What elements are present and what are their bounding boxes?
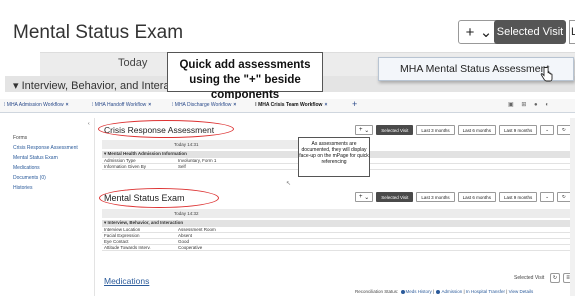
close-icon[interactable]: × — [233, 102, 236, 108]
reconciliation-label: Reconciliation Status: — [355, 289, 399, 294]
last-9-months-button[interactable]: Last 9 months — [498, 192, 538, 202]
nav-item-crisis-response[interactable]: Crisis Response Assessment — [13, 145, 83, 151]
add-tab-button[interactable]: + — [352, 99, 357, 109]
mse-toolbar: + ⌄ Selected Visit Last 3 months Last 6 … — [355, 192, 571, 202]
chevron-down-icon: ⌄ — [479, 24, 493, 41]
nav-item-histories[interactable]: Histories — [13, 185, 83, 191]
close-icon[interactable]: × — [324, 102, 327, 108]
reconciliation-status-line: Reconciliation Status: Meds History | Ad… — [355, 289, 534, 294]
last-3-months-button[interactable]: Last 3 months — [416, 125, 455, 135]
more-range-dropdown[interactable]: ⌄ — [540, 125, 554, 135]
row-key: Attitude Towards Interv. — [102, 244, 176, 251]
section-label: Interview, Behavior, and Interaction — [107, 220, 184, 225]
nav-item-medications[interactable]: Medications — [13, 165, 83, 171]
admission-link[interactable]: Admission — [441, 289, 462, 294]
tab-label: MHA Handoff Workflow — [94, 102, 147, 108]
popup-item-label: MHA Mental Status Assessment — [400, 63, 550, 75]
medications-selected-visit[interactable]: Selected Visit — [514, 275, 544, 281]
plus-icon: + — [465, 23, 475, 41]
workflow-tab-bar: ⁞ MHA Admission Workflow × ⁞ MHA Handoff … — [0, 99, 575, 113]
nav-item-documents[interactable]: Documents (0) — [13, 175, 83, 181]
refresh-icon[interactable]: ↻ — [556, 125, 571, 135]
meds-history-link[interactable]: Meds History — [406, 289, 432, 294]
row-value: Cooperative — [176, 244, 575, 251]
plus-icon: + — [359, 127, 363, 133]
close-icon[interactable]: × — [148, 102, 151, 108]
section-label: Mental Health Admission Information — [107, 151, 187, 156]
tab-admission-workflow[interactable]: ⁞ MHA Admission Workflow × — [4, 102, 69, 108]
mse-today-label: Today 14:32 — [174, 211, 199, 216]
row-key: Information Given By — [102, 163, 176, 170]
status-dot-icon — [400, 289, 405, 294]
zoomed-section-header[interactable]: ▾ Interview, Behavior, and Intera — [13, 79, 170, 92]
pointer-cursor-icon: ↖ — [286, 181, 292, 187]
more-range-dropdown[interactable]: ⌄ — [540, 192, 554, 202]
tab-label: MHA Admission Workflow — [6, 102, 64, 108]
plus-icon: + — [359, 194, 363, 200]
zoomed-today-label: Today — [118, 57, 148, 69]
last-6-months-button[interactable]: Last 6 months — [457, 125, 496, 135]
row-value: Self — [176, 163, 575, 170]
selected-visit-button[interactable]: Selected Visit — [376, 125, 414, 135]
status-dot-icon — [436, 289, 441, 294]
chevron-down-icon: ⌄ — [364, 127, 370, 134]
chevron-down-icon: ⌄ — [364, 194, 370, 201]
mse-info-table: ▾ Interview, Behavior, and Interaction I… — [102, 220, 575, 251]
table-row: Attitude Towards Interv. Cooperative — [102, 244, 575, 251]
crisis-toolbar: + ⌄ Selected Visit Last 3 months Last 6 … — [355, 125, 571, 135]
collapse-nav-icon[interactable]: ‹ — [88, 121, 90, 127]
tab-discharge-workflow[interactable]: ⁞ MHA Discharge Workflow × — [172, 102, 236, 108]
close-icon[interactable]: × — [66, 102, 69, 108]
tab-label: MHA Discharge Workflow — [174, 102, 232, 108]
scrollbar[interactable] — [570, 118, 575, 296]
nav-item-mental-status-exam[interactable]: Mental Status Exam — [13, 155, 83, 161]
refresh-icon[interactable]: ↻ — [550, 273, 560, 283]
caret-down-icon: ▾ — [13, 80, 19, 92]
quick-add-button[interactable]: + ⌄ — [355, 192, 374, 202]
nav-item-forms[interactable]: Forms — [13, 135, 83, 141]
tab-bar-tools[interactable]: ▣ ⊞ ● ◐ — [508, 101, 552, 108]
zoomed-section-label: Interview, Behavior, and Intera — [21, 80, 170, 92]
nav-divider — [94, 118, 95, 296]
highlight-oval — [98, 120, 234, 138]
zoomed-selected-visit-button[interactable]: Selected Visit — [494, 20, 566, 44]
zoomed-last-months-button[interactable]: L — [569, 20, 575, 44]
highlight-oval — [99, 188, 219, 208]
refresh-icon[interactable]: ↻ — [556, 192, 571, 202]
tab-handoff-workflow[interactable]: ⁞ MHA Handoff Workflow × — [92, 102, 151, 108]
transfer-link[interactable]: In Hospital Transfer — [466, 289, 505, 294]
medications-title[interactable]: Medications — [104, 276, 149, 286]
view-details-link[interactable]: View Details — [509, 289, 534, 294]
quick-add-callout: Quick add assessments using the "+" besi… — [167, 52, 323, 101]
side-nav: Forms Crisis Response Assessment Mental … — [13, 135, 83, 195]
last-6-months-button[interactable]: Last 6 months — [457, 192, 496, 202]
tab-label: MHA Crisis Team Workflow — [258, 102, 323, 108]
quick-add-button[interactable]: + ⌄ — [355, 125, 374, 135]
zoomed-page-title: Mental Status Exam — [13, 22, 184, 43]
last-9-months-button[interactable]: Last 9 months — [498, 125, 538, 135]
tab-crisis-team-workflow[interactable]: ⁞ MHA Crisis Team Workflow × — [255, 102, 327, 108]
crisis-today-label: Today 14:31 — [174, 142, 199, 147]
selected-visit-button[interactable]: Selected Visit — [376, 192, 414, 202]
hand-pointer-icon — [540, 66, 554, 85]
last-3-months-button[interactable]: Last 3 months — [416, 192, 455, 202]
mse-today-row: Today 14:32 — [102, 209, 575, 218]
documentation-callout: As assessments are documented, they will… — [298, 137, 370, 177]
